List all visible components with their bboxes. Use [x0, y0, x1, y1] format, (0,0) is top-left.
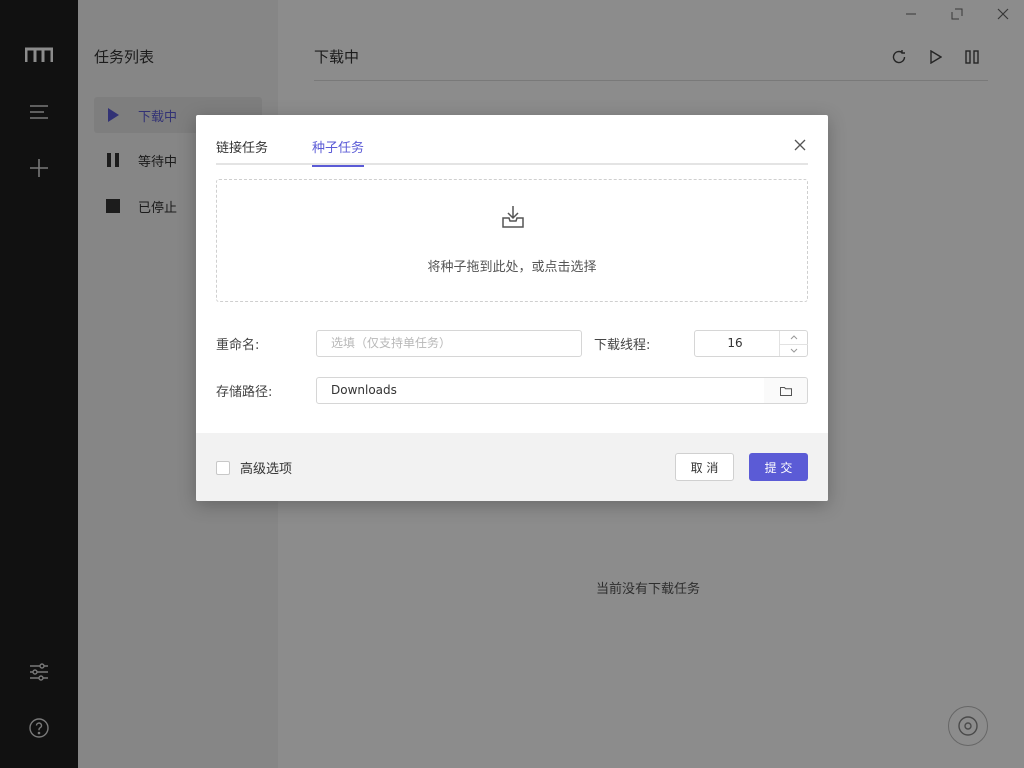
- advanced-options-checkbox[interactable]: [216, 461, 230, 475]
- close-icon[interactable]: [790, 135, 810, 155]
- dialog-footer: 高级选项 取 消 提 交: [196, 433, 828, 501]
- submit-button[interactable]: 提 交: [749, 453, 808, 481]
- advanced-options-label[interactable]: 高级选项: [240, 458, 292, 477]
- rename-input[interactable]: 选填（仅支持单任务）: [316, 330, 582, 357]
- torrent-drop-zone[interactable]: 将种子拖到此处，或点击选择: [216, 179, 808, 302]
- tab-link-task[interactable]: 链接任务: [216, 137, 268, 165]
- drop-zone-text: 将种子拖到此处，或点击选择: [427, 260, 597, 275]
- path-input[interactable]: Downloads: [316, 377, 765, 404]
- tab-torrent-task[interactable]: 种子任务: [312, 137, 365, 167]
- chevron-up-icon[interactable]: [780, 331, 808, 343]
- rename-label: 重命名:: [216, 338, 260, 353]
- folder-icon[interactable]: [764, 377, 808, 404]
- inbox-download-icon: [500, 204, 526, 230]
- dialog-tabs: 链接任务 种子任务: [216, 133, 808, 167]
- threads-value[interactable]: 16: [695, 331, 775, 356]
- threads-label: 下载线程:: [594, 338, 651, 353]
- cancel-button[interactable]: 取 消: [675, 453, 734, 481]
- path-label: 存储路径:: [216, 385, 273, 400]
- add-task-dialog: 链接任务 种子任务 将种子拖到此处，或点击选择 重命名: 选填（仅支持单任务） …: [196, 115, 828, 501]
- chevron-down-icon[interactable]: [780, 344, 808, 356]
- threads-stepper[interactable]: 16: [694, 330, 808, 357]
